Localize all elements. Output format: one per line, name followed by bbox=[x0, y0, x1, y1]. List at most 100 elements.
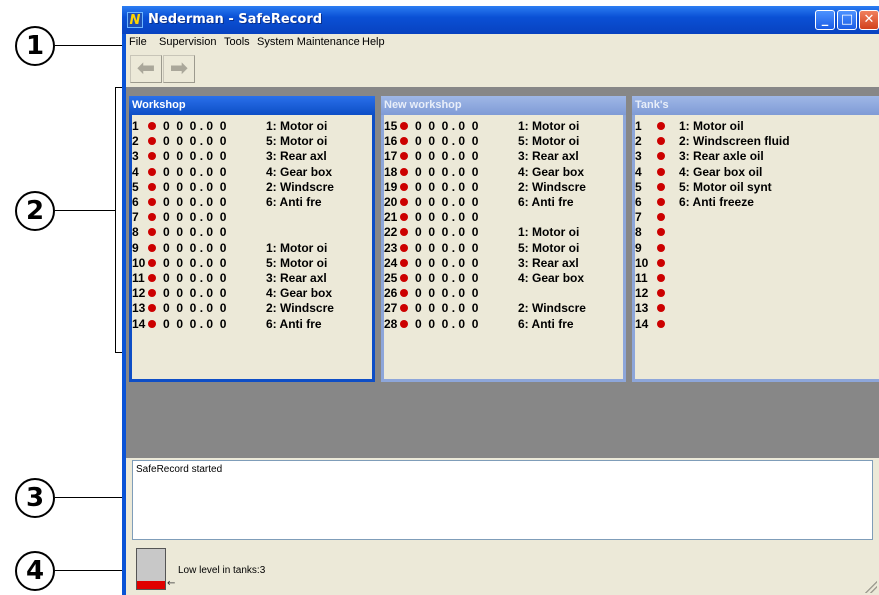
counter-values: 0 0 0 . 0 0 bbox=[415, 134, 479, 149]
list-item[interactable]: 1 1: Motor oil bbox=[635, 119, 870, 134]
counter-values: 0 0 0 . 0 0 bbox=[415, 255, 479, 270]
list-item[interactable]: 17 0 0 0 . 0 0 3: Rear axl bbox=[384, 149, 619, 164]
menu-file[interactable]: File bbox=[129, 36, 147, 48]
panel-new-workshop[interactable]: New workshop 15 0 0 0 . 0 0 1: Motor oi 16 0… bbox=[381, 96, 626, 382]
fluid-label: 2: Windscre bbox=[266, 179, 334, 194]
menu-system-maintenance[interactable]: System Maintenance bbox=[257, 36, 360, 48]
tank-level-gauge[interactable] bbox=[136, 548, 166, 590]
list-item[interactable]: 3 0 0 0 . 0 0 3: Rear axl bbox=[132, 149, 367, 164]
mdi-workspace: Workshop 1 0 0 0 . 0 0 1: Motor oi 2 0 0 0 .… bbox=[126, 87, 879, 458]
status-dot-icon bbox=[400, 213, 408, 222]
tank-level-fill bbox=[137, 581, 165, 589]
item-number: 22 bbox=[384, 225, 398, 240]
fluid-label: 4: Gear box bbox=[518, 164, 585, 179]
list-item[interactable]: 9 bbox=[635, 241, 870, 256]
status-dot-icon bbox=[148, 213, 156, 222]
menu-bar: File Supervision Tools System Maintenanc… bbox=[126, 34, 879, 52]
panel-title[interactable]: Tank's bbox=[632, 96, 879, 115]
list-item[interactable]: 5 5: Motor oil synt bbox=[635, 180, 870, 195]
list-item[interactable]: 8 bbox=[635, 225, 870, 240]
item-number: 4 bbox=[132, 164, 139, 179]
counter-values: 0 0 0 . 0 0 bbox=[163, 210, 227, 225]
list-item[interactable]: 7 0 0 0 . 0 0 bbox=[132, 210, 367, 225]
list-item[interactable]: 21 0 0 0 . 0 0 bbox=[384, 210, 619, 225]
fluid-label: 3: Rear axl bbox=[518, 255, 579, 270]
fluid-label: 3: Rear axle oil bbox=[679, 149, 764, 164]
item-number: 5 bbox=[132, 179, 139, 194]
list-item[interactable]: 18 0 0 0 . 0 0 4: Gear box bbox=[384, 165, 619, 180]
back-button[interactable]: ⬅ bbox=[130, 55, 162, 83]
item-number: 12 bbox=[635, 286, 649, 301]
menu-tools[interactable]: Tools bbox=[224, 36, 250, 48]
status-dot-icon bbox=[657, 258, 665, 267]
list-item[interactable]: 13 bbox=[635, 301, 870, 316]
list-item[interactable]: 13 0 0 0 . 0 0 2: Windscre bbox=[132, 301, 367, 316]
list-item[interactable]: 6 6: Anti freeze bbox=[635, 195, 870, 210]
list-item[interactable]: 22 0 0 0 . 0 0 1: Motor oi bbox=[384, 225, 619, 240]
list-item[interactable]: 1 0 0 0 . 0 0 1: Motor oi bbox=[132, 119, 367, 134]
item-number: 20 bbox=[384, 195, 398, 209]
list-item[interactable]: 23 0 0 0 . 0 0 5: Motor oi bbox=[384, 241, 619, 256]
list-item[interactable]: 20 0 0 0 . 0 0 6: Anti fre bbox=[384, 195, 619, 210]
status-dot-icon bbox=[657, 213, 665, 222]
list-item[interactable]: 2 2: Windscreen fluid bbox=[635, 134, 870, 149]
list-item[interactable]: 12 bbox=[635, 286, 870, 301]
list-item[interactable]: 15 0 0 0 . 0 0 1: Motor oi bbox=[384, 119, 619, 134]
list-item[interactable]: 12 0 0 0 . 0 0 4: Gear box bbox=[132, 286, 367, 301]
item-number: 17 bbox=[384, 149, 398, 164]
callout-3: 3 bbox=[15, 478, 55, 518]
menu-help[interactable]: Help bbox=[362, 36, 385, 48]
item-number: 15 bbox=[384, 119, 398, 133]
item-number: 7 bbox=[132, 210, 139, 225]
list-item[interactable]: 2 0 0 0 . 0 0 5: Motor oi bbox=[132, 134, 367, 149]
list-item[interactable]: 10 0 0 0 . 0 0 5: Motor oi bbox=[132, 256, 367, 271]
status-dot-icon bbox=[400, 137, 408, 146]
panel-title[interactable]: Workshop bbox=[129, 96, 375, 115]
minimize-button[interactable]: _ bbox=[815, 10, 835, 30]
fluid-label: 5: Motor oil synt bbox=[679, 179, 772, 194]
counter-values: 0 0 0 . 0 0 bbox=[163, 164, 227, 179]
list-item[interactable]: 11 bbox=[635, 271, 870, 286]
panel-tanks[interactable]: Tank's 1 1: Motor oil 2 2: Windscreen fluid… bbox=[632, 96, 879, 382]
list-item[interactable]: 16 0 0 0 . 0 0 5: Motor oi bbox=[384, 134, 619, 149]
list-item[interactable]: 14 0 0 0 . 0 0 6: Anti fre bbox=[132, 317, 367, 332]
list-item[interactable]: 4 4: Gear box oil bbox=[635, 165, 870, 180]
list-item[interactable]: 9 0 0 0 . 0 0 1: Motor oi bbox=[132, 241, 367, 256]
status-dot-icon bbox=[148, 274, 156, 282]
counter-values: 0 0 0 . 0 0 bbox=[415, 195, 479, 209]
list-item[interactable]: 25 0 0 0 . 0 0 4: Gear box bbox=[384, 271, 619, 286]
close-button[interactable]: ✕ bbox=[859, 10, 879, 30]
list-item[interactable]: 5 0 0 0 . 0 0 2: Windscre bbox=[132, 180, 367, 195]
panel-title[interactable]: New workshop bbox=[381, 96, 626, 115]
item-number: 26 bbox=[384, 286, 398, 301]
item-number: 2 bbox=[635, 134, 642, 149]
list-item[interactable]: 26 0 0 0 . 0 0 bbox=[384, 286, 619, 301]
event-log[interactable]: SafeRecord started bbox=[132, 460, 873, 540]
maximize-button[interactable]: □ bbox=[837, 10, 857, 30]
list-item[interactable]: 8 0 0 0 . 0 0 bbox=[132, 225, 367, 240]
status-dot-icon bbox=[657, 228, 665, 237]
list-item[interactable]: 4 0 0 0 . 0 0 4: Gear box bbox=[132, 165, 367, 180]
title-bar[interactable]: N Nederman - SafeRecord _ □ ✕ bbox=[122, 6, 879, 34]
list-item[interactable]: 28 0 0 0 . 0 0 6: Anti fre bbox=[384, 317, 619, 332]
counter-values: 0 0 0 . 0 0 bbox=[415, 119, 479, 133]
status-dot-icon bbox=[657, 304, 665, 313]
resize-grip[interactable] bbox=[865, 581, 877, 593]
panel-workshop[interactable]: Workshop 1 0 0 0 . 0 0 1: Motor oi 2 0 0 0 .… bbox=[129, 96, 375, 382]
item-number: 14 bbox=[132, 316, 146, 331]
forward-button[interactable]: ➡ bbox=[163, 55, 195, 83]
list-item[interactable]: 27 0 0 0 . 0 0 2: Windscre bbox=[384, 301, 619, 316]
fluid-label: 6: Anti fre bbox=[266, 316, 322, 331]
list-item[interactable]: 24 0 0 0 . 0 0 3: Rear axl bbox=[384, 256, 619, 271]
list-item[interactable]: 14 bbox=[635, 317, 870, 332]
list-item[interactable]: 11 0 0 0 . 0 0 3: Rear axl bbox=[132, 271, 367, 286]
status-dot-icon bbox=[657, 137, 665, 146]
list-item[interactable]: 3 3: Rear axle oil bbox=[635, 149, 870, 164]
list-item[interactable]: 10 bbox=[635, 256, 870, 271]
list-item[interactable]: 7 bbox=[635, 210, 870, 225]
status-dot-icon bbox=[148, 137, 156, 146]
list-item[interactable]: 6 0 0 0 . 0 0 6: Anti fre bbox=[132, 195, 367, 210]
menu-supervision[interactable]: Supervision bbox=[159, 36, 216, 48]
list-item[interactable]: 19 0 0 0 . 0 0 2: Windscre bbox=[384, 180, 619, 195]
status-dot-icon bbox=[400, 304, 408, 313]
